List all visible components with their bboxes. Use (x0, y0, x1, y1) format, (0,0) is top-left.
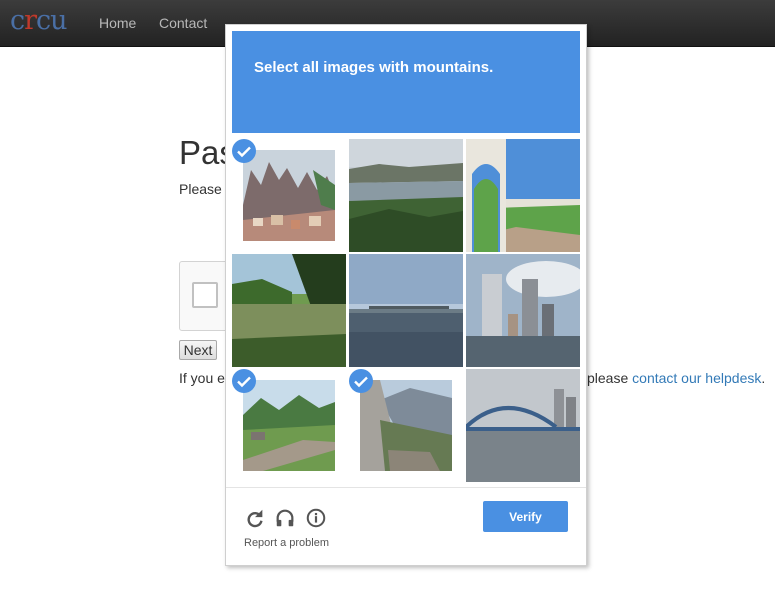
image-tile-mountain-road[interactable] (232, 369, 346, 482)
page-subtitle: Please f (179, 181, 230, 197)
next-button[interactable]: Next (179, 340, 217, 360)
help-text-prefix: If you er (179, 370, 230, 386)
image-tile-river-valley[interactable] (349, 139, 463, 252)
nav-home-link[interactable]: Home (99, 15, 136, 31)
instruction-target: mountains (413, 59, 490, 76)
report-problem-link[interactable]: Report a problem (244, 537, 329, 549)
image-tile-forest-pond[interactable] (232, 254, 346, 367)
helpdesk-link[interactable]: contact our helpdesk (632, 370, 761, 386)
help-text-suffix: please (587, 370, 633, 386)
image-tile-bridge-water[interactable] (349, 254, 463, 367)
help-text: please contact our helpdesk. (587, 370, 765, 386)
forest-pond-photo (232, 254, 346, 367)
arched-bridge-photo (466, 369, 580, 482)
footer-divider (226, 487, 586, 488)
arched-terrace-photo (466, 139, 580, 252)
challenge-header: Select all images with mountains. (232, 31, 580, 133)
nav-contact-link[interactable]: Contact (159, 15, 207, 31)
verify-button[interactable]: Verify (483, 501, 568, 532)
mountain-village-photo (243, 150, 335, 241)
rocky-cliff-photo (360, 380, 452, 471)
recaptcha-checkbox[interactable] (192, 282, 218, 308)
river-valley-photo (349, 139, 463, 252)
image-tile-mountain-village[interactable] (232, 139, 346, 252)
bridge-water-photo (349, 254, 463, 367)
info-icon[interactable] (305, 507, 327, 529)
headphones-icon[interactable] (274, 507, 296, 529)
help-text-end: . (761, 370, 766, 386)
selected-check-icon (232, 139, 256, 163)
instruction-prefix: Select all images with (254, 59, 414, 76)
image-tile-arched-bridge[interactable] (466, 369, 580, 482)
image-challenge-dialog: Select all images with mountains. Report… (225, 24, 587, 566)
selected-check-icon (232, 369, 256, 393)
image-tile-city-skyline[interactable] (466, 254, 580, 367)
mountain-road-photo (243, 380, 335, 471)
selected-check-icon (349, 369, 373, 393)
image-tile-rocky-cliff[interactable] (349, 369, 463, 482)
challenge-instruction: Select all images with mountains. (254, 59, 493, 76)
image-tile-arched-terrace[interactable] (466, 139, 580, 252)
reload-icon[interactable] (244, 507, 266, 529)
city-skyline-photo (466, 254, 580, 367)
instruction-end: . (489, 59, 494, 76)
image-grid (232, 139, 580, 483)
site-logo[interactable]: crcu (10, 4, 68, 38)
